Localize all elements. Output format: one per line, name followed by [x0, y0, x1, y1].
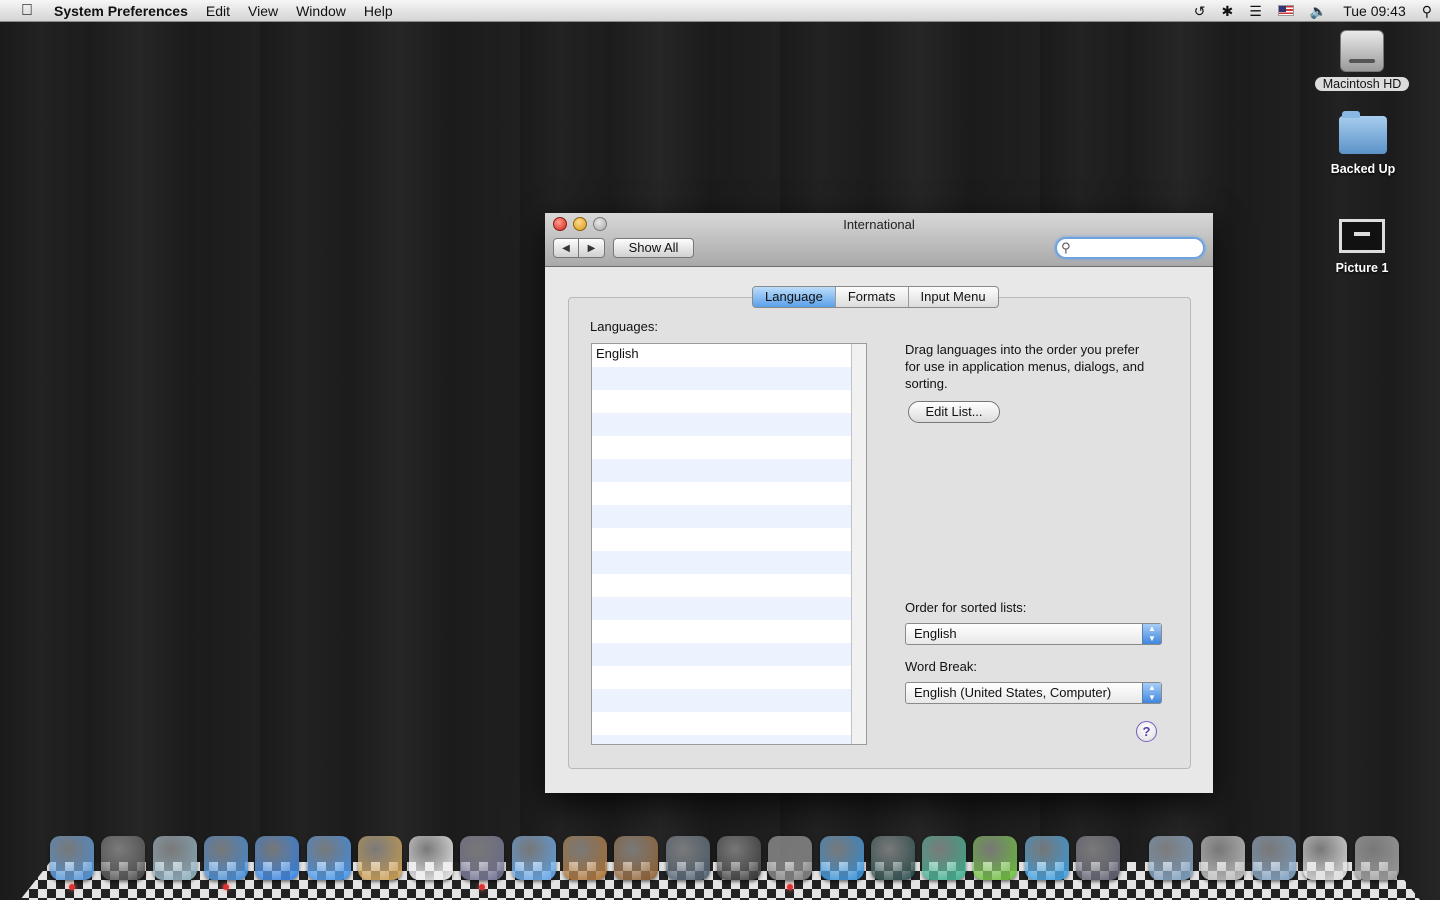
dock — [0, 836, 1440, 890]
international-window: International ◀ ▶ Show All ⚲ Language Fo… — [545, 213, 1213, 793]
show-all-button[interactable]: Show All — [613, 238, 694, 258]
time-machine-status-icon[interactable]: ↺ — [1186, 3, 1214, 20]
ichat-icon[interactable] — [255, 836, 300, 880]
downloads-folder-icon[interactable] — [1251, 836, 1296, 880]
help-button[interactable]: ? — [1136, 721, 1157, 742]
hard-drive-icon — [1340, 30, 1384, 72]
window-toolbar[interactable]: International ◀ ▶ Show All ⚲ — [545, 213, 1213, 267]
menu-window[interactable]: Window — [287, 3, 355, 19]
iweb-icon[interactable] — [306, 836, 351, 880]
window-title: International — [843, 217, 915, 232]
quicktime-icon[interactable] — [870, 836, 915, 880]
wifi-icon[interactable]: ☰ — [1241, 3, 1270, 20]
tab-language[interactable]: Language — [753, 287, 835, 307]
sort-order-label: Order for sorted lists: — [905, 600, 1027, 615]
ical-icon[interactable] — [409, 836, 454, 880]
iphoto-icon[interactable] — [460, 836, 505, 880]
menu-view[interactable]: View — [239, 3, 287, 19]
spotlight-icon[interactable]: ⚲ — [1414, 3, 1440, 20]
growl-icon[interactable] — [922, 836, 967, 880]
trash-icon[interactable] — [1354, 836, 1399, 880]
languages-list[interactable]: English — [591, 343, 867, 745]
finder-icon[interactable] — [50, 836, 94, 880]
desktop-icon-backed-up[interactable]: Backed Up — [1308, 111, 1418, 176]
tab-bar: Language Formats Input Menu — [752, 286, 999, 308]
search-field[interactable]: ⚲ — [1055, 237, 1205, 259]
apple-menu-icon[interactable]:  — [0, 2, 54, 20]
address-book-icon[interactable] — [357, 836, 402, 880]
menu-app-name[interactable]: System Preferences — [54, 3, 197, 19]
safari-icon[interactable] — [203, 836, 248, 880]
documents-stack-icon[interactable] — [1200, 836, 1245, 880]
folder-icon — [1339, 111, 1387, 154]
time-machine-icon[interactable] — [716, 836, 761, 880]
tab-formats[interactable]: Formats — [834, 287, 908, 307]
screenshot-file-icon — [1339, 219, 1385, 253]
itunes-icon[interactable] — [511, 836, 556, 880]
mail-icon[interactable] — [152, 836, 197, 880]
back-button[interactable]: ◀ — [553, 238, 579, 258]
pane-content: Language Formats Input Menu Languages: E… — [545, 267, 1213, 793]
popup-arrows-icon: ▲ ▼ — [1142, 683, 1161, 703]
sort-order-popup[interactable]: English ▲ ▼ — [905, 623, 1162, 645]
menu-edit[interactable]: Edit — [197, 3, 239, 19]
desktop-icon-label: Macintosh HD — [1314, 77, 1410, 91]
menu-clock[interactable]: Tue 09:43 — [1335, 3, 1414, 19]
desktop-icon-label: Backed Up — [1330, 162, 1396, 176]
volume-icon[interactable]: 🔈 — [1302, 3, 1335, 20]
running-indicator — [69, 884, 75, 890]
list-rows — [592, 344, 852, 744]
limewire-icon[interactable] — [973, 836, 1018, 880]
scrollbar[interactable] — [851, 344, 866, 744]
running-indicator — [222, 884, 229, 890]
desktop-icon-macintosh-hd[interactable]: Macintosh HD — [1307, 30, 1417, 91]
edit-list-button[interactable]: Edit List... — [908, 401, 1000, 423]
word-break-value: English (United States, Computer) — [914, 685, 1112, 700]
list-item[interactable]: English — [596, 346, 639, 361]
spaces-icon[interactable] — [665, 836, 710, 880]
garageband-icon[interactable] — [614, 836, 659, 880]
languages-label: Languages: — [590, 319, 658, 334]
search-icon: ⚲ — [1061, 240, 1071, 255]
system-preferences-icon[interactable] — [768, 836, 813, 880]
popup-arrows-icon: ▲ ▼ — [1142, 624, 1161, 644]
dashboard-icon[interactable] — [101, 836, 146, 880]
forward-button[interactable]: ▶ — [579, 238, 605, 258]
input-flag-icon[interactable] — [1270, 3, 1302, 19]
menu-bar:  System Preferences Edit View Window He… — [0, 0, 1440, 22]
word-break-label: Word Break: — [905, 659, 978, 674]
preview-icon[interactable] — [563, 836, 607, 880]
desktop-icon-picture-1[interactable]: Picture 1 — [1307, 219, 1417, 275]
applications-folder-icon[interactable] — [1149, 836, 1194, 880]
word-break-popup[interactable]: English (United States, Computer) ▲ ▼ — [905, 682, 1162, 704]
nav-buttons: ◀ ▶ — [553, 238, 605, 258]
mail-stack-icon[interactable] — [1303, 836, 1348, 880]
x11-icon[interactable] — [819, 836, 864, 880]
automator-icon[interactable] — [1076, 836, 1120, 880]
tab-input-menu[interactable]: Input Menu — [907, 287, 998, 307]
instructions-text: Drag languages into the order you prefer… — [905, 342, 1145, 391]
menu-extras: ↺ ✱ ☰ 🔈 Tue 09:43 ⚲ — [1186, 0, 1440, 22]
bluetooth-icon[interactable]: ✱ — [1213, 3, 1241, 20]
menu-help[interactable]: Help — [355, 3, 402, 19]
sort-order-value: English — [914, 626, 957, 641]
blue-app-icon[interactable] — [1024, 836, 1069, 880]
desktop-icon-label: Picture 1 — [1335, 261, 1389, 275]
